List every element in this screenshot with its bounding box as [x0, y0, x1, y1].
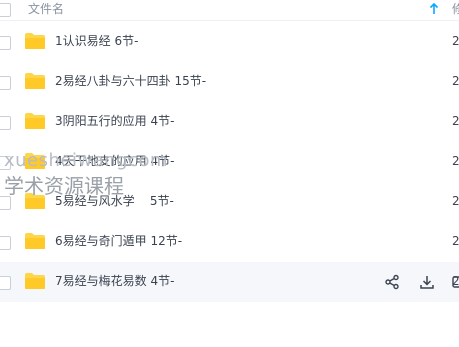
folder-icon[interactable] [24, 72, 46, 90]
watermark-text-cn: 学术资源课程 [4, 174, 124, 198]
file-name[interactable]: 2易经八卦与六十四卦 15节- [55, 73, 206, 89]
share-icon[interactable] [384, 274, 400, 290]
modified-date: 2 [452, 74, 459, 88]
file-name[interactable]: 7易经与梅花易数 4节- [55, 273, 174, 289]
folder-icon[interactable] [24, 32, 46, 50]
row-checkbox[interactable] [0, 76, 11, 90]
row-checkbox[interactable] [0, 116, 11, 130]
column-filename[interactable]: 文件名 [28, 1, 64, 17]
download-icon[interactable] [419, 274, 435, 290]
file-row[interactable]: 7易经与梅花易数 4节- 2 [0, 262, 459, 302]
modified-date: 2 [452, 114, 459, 128]
arrow-up-icon[interactable] [428, 2, 440, 16]
modified-date: 2 [452, 234, 459, 248]
column-modified[interactable]: 修 [452, 1, 459, 17]
file-row[interactable]: 2易经八卦与六十四卦 15节- 2 [0, 62, 459, 102]
folder-icon[interactable] [24, 272, 46, 290]
row-checkbox[interactable] [0, 276, 11, 290]
row-checkbox[interactable] [0, 36, 11, 50]
watermark-text: xuesheiwangcom [4, 150, 169, 171]
folder-icon[interactable] [24, 232, 46, 250]
file-name[interactable]: 1认识易经 6节- [55, 33, 138, 49]
row-checkbox[interactable] [0, 196, 11, 210]
folder-icon[interactable] [24, 112, 46, 130]
file-list-header: 文件名 修 [0, 0, 459, 21]
select-all-checkbox[interactable] [0, 3, 11, 17]
file-name[interactable]: 3阴阳五行的应用 4节- [55, 113, 174, 129]
file-row[interactable]: 6易经与奇门遁甲 12节- 2 [0, 222, 459, 262]
modified-date: 2 [452, 34, 459, 48]
file-row[interactable]: 3阴阳五行的应用 4节- 2 [0, 102, 459, 142]
modified-date: 2 [452, 194, 459, 208]
row-checkbox[interactable] [0, 236, 11, 250]
file-row[interactable]: 1认识易经 6节- 2 [0, 22, 459, 62]
more-icon[interactable] [450, 274, 459, 290]
file-name[interactable]: 6易经与奇门遁甲 12节- [55, 233, 182, 249]
modified-date: 2 [452, 154, 459, 168]
